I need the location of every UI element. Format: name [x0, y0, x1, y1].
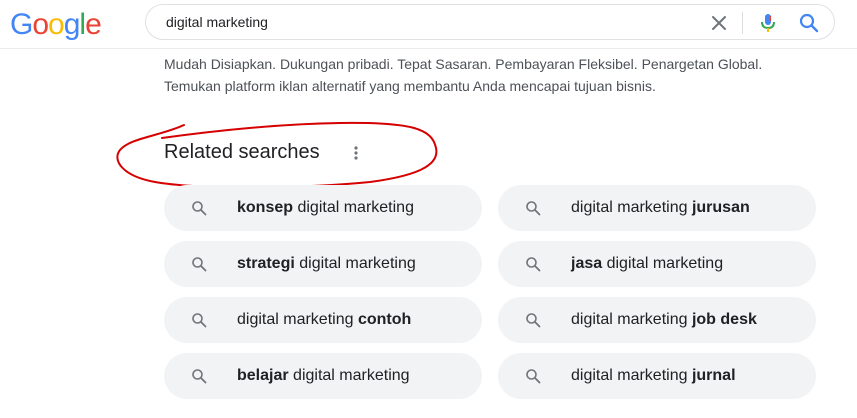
clear-button[interactable] [709, 13, 729, 33]
chip-label: digital marketing job desk [571, 311, 757, 328]
search-icon [192, 201, 207, 216]
more-vert-icon [354, 146, 358, 160]
logo-letter: g [63, 8, 81, 41]
search-icon [526, 257, 541, 272]
chip-label: konsep digital marketing [237, 199, 414, 216]
chip-label: belajar digital marketing [237, 367, 410, 384]
google-logo[interactable]: Google [10, 8, 102, 41]
chip-label: digital marketing jurnal [571, 367, 736, 384]
related-search-chip[interactable]: digital marketing job desk [498, 297, 816, 343]
related-search-chip[interactable]: konsep digital marketing [164, 185, 482, 231]
chip-label: strategi digital marketing [237, 255, 416, 272]
search-icon [192, 257, 207, 272]
related-search-chip[interactable]: jasa digital marketing [498, 241, 816, 287]
search-header: Google digital marketing [0, 0, 857, 49]
chip-label: digital marketing jurusan [571, 199, 750, 216]
voice-search-button[interactable] [758, 12, 778, 34]
related-search-chip[interactable]: digital marketing jurusan [498, 185, 816, 231]
related-search-chip[interactable]: digital marketing contoh [164, 297, 482, 343]
related-search-chip[interactable]: strategi digital marketing [164, 241, 482, 287]
ad-line: Temukan platform iklan alternatif yang m… [164, 78, 656, 94]
related-searches-title: Related searches [164, 141, 320, 163]
logo-letter: e [85, 8, 102, 41]
search-icon [192, 313, 207, 328]
chip-label: jasa digital marketing [571, 255, 724, 272]
search-divider [742, 12, 743, 34]
chip-label: digital marketing contoh [237, 311, 412, 328]
ad-line: Mudah Disiapkan. Dukungan pribadi. Tepat… [164, 56, 763, 72]
search-icon [526, 201, 541, 216]
search-button[interactable] [798, 12, 820, 34]
logo-letter: o [48, 8, 65, 41]
more-options-button[interactable] [346, 142, 366, 164]
ad-description: Mudah Disiapkan. Dukungan pribadi. Tepat… [164, 53, 814, 97]
mic-icon [761, 14, 775, 32]
search-box[interactable]: digital marketing [145, 4, 835, 40]
search-icon [526, 369, 541, 384]
logo-letter: o [32, 8, 49, 41]
search-input[interactable]: digital marketing [166, 14, 268, 30]
search-icon [799, 13, 819, 33]
related-search-chip[interactable]: belajar digital marketing [164, 353, 482, 399]
search-icon [526, 313, 541, 328]
search-icon [192, 369, 207, 384]
logo-letter: G [10, 8, 33, 41]
close-icon [712, 16, 726, 30]
related-search-chip[interactable]: digital marketing jurnal [498, 353, 816, 399]
